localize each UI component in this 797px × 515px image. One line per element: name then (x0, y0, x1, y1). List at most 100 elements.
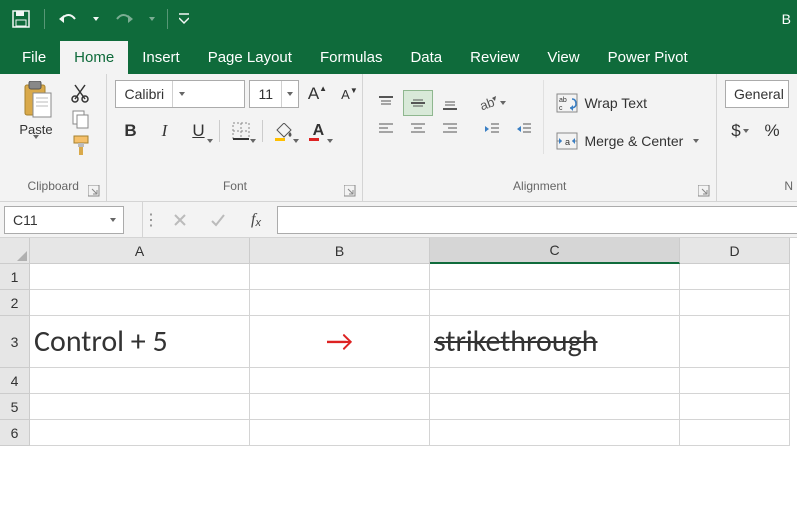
title-bar: B (0, 0, 797, 38)
redo-dropdown (145, 4, 159, 34)
tab-home[interactable]: Home (60, 41, 128, 74)
cell-C5[interactable] (430, 394, 680, 420)
name-box-value: C11 (5, 212, 103, 228)
row-header-5[interactable]: 5 (0, 394, 30, 420)
cell-A4[interactable] (30, 368, 250, 394)
tab-file[interactable]: File (8, 41, 60, 74)
cancel-formula-button (163, 206, 197, 234)
enter-formula-button (201, 206, 235, 234)
cell-D3[interactable] (680, 316, 790, 368)
group-alignment: ab abc Wrap Text a Merge & (363, 74, 717, 201)
alignment-launcher[interactable] (698, 185, 710, 197)
bold-button[interactable]: B (115, 118, 145, 144)
font-launcher[interactable] (344, 185, 356, 197)
name-box[interactable]: C11 (4, 206, 124, 234)
svg-text:ab: ab (559, 97, 567, 104)
cell-D1[interactable] (680, 264, 790, 290)
qat-customize[interactable] (176, 4, 192, 34)
align-right-button[interactable] (435, 116, 465, 142)
cell-A6[interactable] (30, 420, 250, 446)
borders-button[interactable] (226, 118, 256, 144)
formula-bar-input[interactable] (277, 206, 797, 234)
cell-B3[interactable]: → (250, 316, 430, 368)
formula-bar-row: C11 ⋮ fx (0, 202, 797, 238)
italic-button[interactable]: I (149, 118, 179, 144)
row-header-4[interactable]: 4 (0, 368, 30, 394)
fill-color-button[interactable] (269, 118, 299, 144)
cell-D4[interactable] (680, 368, 790, 394)
column-header-A[interactable]: A (30, 238, 250, 264)
font-size-dropdown[interactable] (281, 81, 298, 107)
cell-D2[interactable] (680, 290, 790, 316)
svg-text:a: a (565, 137, 570, 147)
align-top-button[interactable] (371, 90, 401, 116)
align-middle-button[interactable] (403, 90, 433, 116)
row-header-6[interactable]: 6 (0, 420, 30, 446)
accounting-format-button[interactable]: $ (725, 118, 755, 144)
font-color-button[interactable]: A (303, 118, 333, 144)
merge-center-button[interactable]: a Merge & Center (552, 128, 703, 154)
align-left-button[interactable] (371, 116, 401, 142)
cell-B1[interactable] (250, 264, 430, 290)
tab-power-pivot[interactable]: Power Pivot (594, 41, 702, 74)
orientation-button[interactable]: ab (477, 90, 507, 116)
font-name-combo[interactable]: Calibri (115, 80, 245, 108)
name-box-dropdown[interactable] (103, 218, 123, 222)
align-center-button[interactable] (403, 116, 433, 142)
cell-C1[interactable] (430, 264, 680, 290)
group-label-font: Font (107, 179, 362, 201)
cell-C2[interactable] (430, 290, 680, 316)
cell-B5[interactable] (250, 394, 430, 420)
row-header-1[interactable]: 1 (0, 264, 30, 290)
formula-bar-grip[interactable]: ⋮ (143, 210, 159, 230)
copy-button[interactable] (68, 108, 94, 130)
percent-format-button[interactable]: % (757, 118, 787, 144)
wrap-text-button[interactable]: abc Wrap Text (552, 90, 703, 116)
column-header-D[interactable]: D (680, 238, 790, 264)
number-format-combo[interactable]: General (725, 80, 789, 108)
cell-C4[interactable] (430, 368, 680, 394)
decrease-font-size-button[interactable]: A▼ (335, 80, 363, 108)
decrease-indent-button[interactable] (477, 116, 507, 142)
paste-dropdown[interactable] (33, 135, 39, 139)
undo-dropdown[interactable] (89, 4, 103, 34)
tab-insert[interactable]: Insert (128, 41, 194, 74)
column-header-B[interactable]: B (250, 238, 430, 264)
save-icon[interactable] (6, 4, 36, 34)
tab-page-layout[interactable]: Page Layout (194, 41, 306, 74)
column-header-C[interactable]: C (430, 238, 680, 264)
insert-function-button[interactable]: fx (239, 206, 273, 234)
paste-button[interactable]: Paste (8, 80, 64, 139)
increase-indent-button[interactable] (509, 116, 539, 142)
cell-C3[interactable]: strikethrough (430, 316, 680, 368)
cell-A3[interactable]: Control + 5 (30, 316, 250, 368)
tab-formulas[interactable]: Formulas (306, 41, 397, 74)
tab-review[interactable]: Review (456, 41, 533, 74)
cell-A1[interactable] (30, 264, 250, 290)
select-all-corner[interactable] (0, 238, 30, 264)
tab-view[interactable]: View (533, 41, 593, 74)
cell-A5[interactable] (30, 394, 250, 420)
cell-C6[interactable] (430, 420, 680, 446)
clipboard-launcher[interactable] (88, 185, 100, 197)
cell-B2[interactable] (250, 290, 430, 316)
cell-B4[interactable] (250, 368, 430, 394)
cell-B6[interactable] (250, 420, 430, 446)
font-size-combo[interactable]: 11 (249, 80, 299, 108)
underline-button[interactable]: U (183, 118, 213, 144)
wrap-text-icon: abc (556, 93, 578, 113)
format-painter-button[interactable] (68, 134, 94, 156)
font-name-dropdown[interactable] (172, 81, 190, 107)
cell-A2[interactable] (30, 290, 250, 316)
undo-button[interactable] (53, 4, 83, 34)
row-header-2[interactable]: 2 (0, 290, 30, 316)
group-label-alignment: Alignment (363, 179, 716, 201)
tab-data[interactable]: Data (396, 41, 456, 74)
cell-D5[interactable] (680, 394, 790, 420)
increase-font-size-button[interactable]: A▲ (303, 80, 331, 108)
cut-button[interactable] (68, 82, 94, 104)
row-header-3[interactable]: 3 (0, 316, 30, 368)
align-bottom-button[interactable] (435, 90, 465, 116)
svg-text:c: c (559, 105, 563, 112)
cell-D6[interactable] (680, 420, 790, 446)
